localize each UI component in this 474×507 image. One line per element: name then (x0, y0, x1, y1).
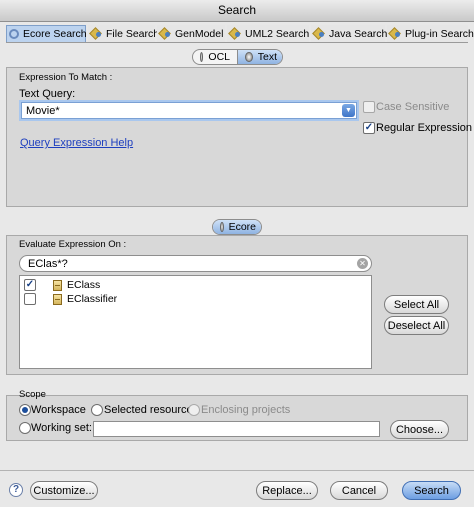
footer-divider (0, 470, 474, 471)
ecore-label: Ecore (228, 221, 256, 233)
expression-group-label: Expression To Match : (19, 72, 113, 83)
workspace-label: Workspace (31, 404, 86, 416)
ocl-toggle-button[interactable]: OCL (193, 50, 237, 64)
eclass-icon (53, 279, 62, 291)
tab-java-search[interactable]: Java Search (311, 25, 388, 42)
text-query-combo[interactable]: Movie* ▼ (21, 102, 357, 119)
text-icon (245, 52, 253, 62)
working-set-label: Working set: (31, 422, 92, 434)
tab-label: Java Search (329, 27, 388, 40)
chevron-down-icon[interactable]: ▼ (342, 104, 355, 117)
filter-search-field[interactable]: EClas*? ✕ (19, 255, 372, 272)
query-mode-toggle: OCL Text (192, 49, 283, 65)
item-label: EClassifier (67, 293, 118, 305)
item-checkbox[interactable]: ✓ (24, 279, 36, 291)
case-sensitive-label: Case Sensitive (376, 101, 450, 113)
tab-genmodel[interactable]: GenModel (157, 25, 225, 42)
evaluate-group-label: Evaluate Expression On : (19, 239, 127, 250)
tab-uml2-search[interactable]: UML2 Search (227, 25, 309, 42)
filter-value: EClas*? (28, 257, 68, 270)
ecore-icon (220, 222, 224, 232)
tab-ecore-search[interactable]: Ecore Search (6, 25, 87, 42)
workspace-radio[interactable] (19, 404, 31, 416)
selected-resources-label: Selected resources (104, 404, 199, 416)
window-title: Search (0, 0, 474, 22)
tab-label: Ecore Search (23, 28, 87, 40)
text-query-label: Text Query: (19, 88, 76, 100)
text-label: Text (257, 51, 277, 63)
java-icon (313, 28, 325, 39)
deselect-all-button[interactable]: Deselect All (384, 316, 449, 335)
list-item[interactable]: ✓ EClass (24, 278, 100, 292)
query-expression-help-link[interactable]: Query Expression Help (20, 137, 133, 149)
replace-button[interactable]: Replace... (256, 481, 318, 500)
working-set-field[interactable] (93, 421, 380, 437)
search-icon (9, 28, 19, 40)
tab-label: File Search (106, 27, 160, 40)
tab-plugin-search[interactable]: Plug-in Search (387, 25, 474, 42)
regular-expression-checkbox[interactable]: ✓ (363, 122, 375, 134)
tab-label: GenModel (175, 27, 224, 40)
eclassifier-icon (53, 293, 62, 305)
selected-resources-radio[interactable] (91, 404, 103, 416)
cancel-button[interactable]: Cancel (330, 481, 388, 500)
ocl-label: OCL (208, 51, 230, 63)
genmodel-icon (159, 28, 171, 39)
ocl-icon (200, 52, 204, 62)
customize-button[interactable]: Customize... (30, 481, 98, 500)
item-label: EClass (67, 279, 101, 291)
plugin-icon (389, 28, 401, 39)
enclosing-projects-label: Enclosing projects (201, 404, 291, 416)
text-query-value: Movie* (26, 104, 60, 117)
search-tabs: Ecore Search File Search GenModel UML2 S… (6, 25, 474, 43)
tab-file-search[interactable]: File Search (88, 25, 159, 42)
tab-label: Plug-in Search (405, 27, 474, 40)
clear-icon[interactable]: ✕ (357, 258, 368, 269)
choose-button[interactable]: Choose... (390, 420, 449, 439)
working-set-radio[interactable] (19, 422, 31, 434)
item-checkbox[interactable] (24, 293, 36, 305)
ecore-toggle-button[interactable]: Ecore (213, 220, 261, 234)
file-search-icon (90, 28, 102, 39)
regular-expression-label: Regular Expression (376, 122, 472, 134)
text-toggle-button[interactable]: Text (237, 50, 282, 64)
uml2-icon (229, 28, 241, 39)
ecore-toggle: Ecore (212, 219, 262, 235)
search-button[interactable]: Search (402, 481, 461, 500)
tab-label: UML2 Search (245, 27, 310, 40)
list-item[interactable]: EClassifier (24, 292, 117, 306)
select-all-button[interactable]: Select All (384, 295, 449, 314)
scope-group-label: Scope (19, 389, 46, 400)
enclosing-projects-radio[interactable] (188, 404, 200, 416)
classifier-list: ✓ EClass EClassifier (19, 275, 372, 369)
case-sensitive-checkbox[interactable] (363, 101, 375, 113)
help-icon[interactable]: ? (9, 483, 23, 497)
